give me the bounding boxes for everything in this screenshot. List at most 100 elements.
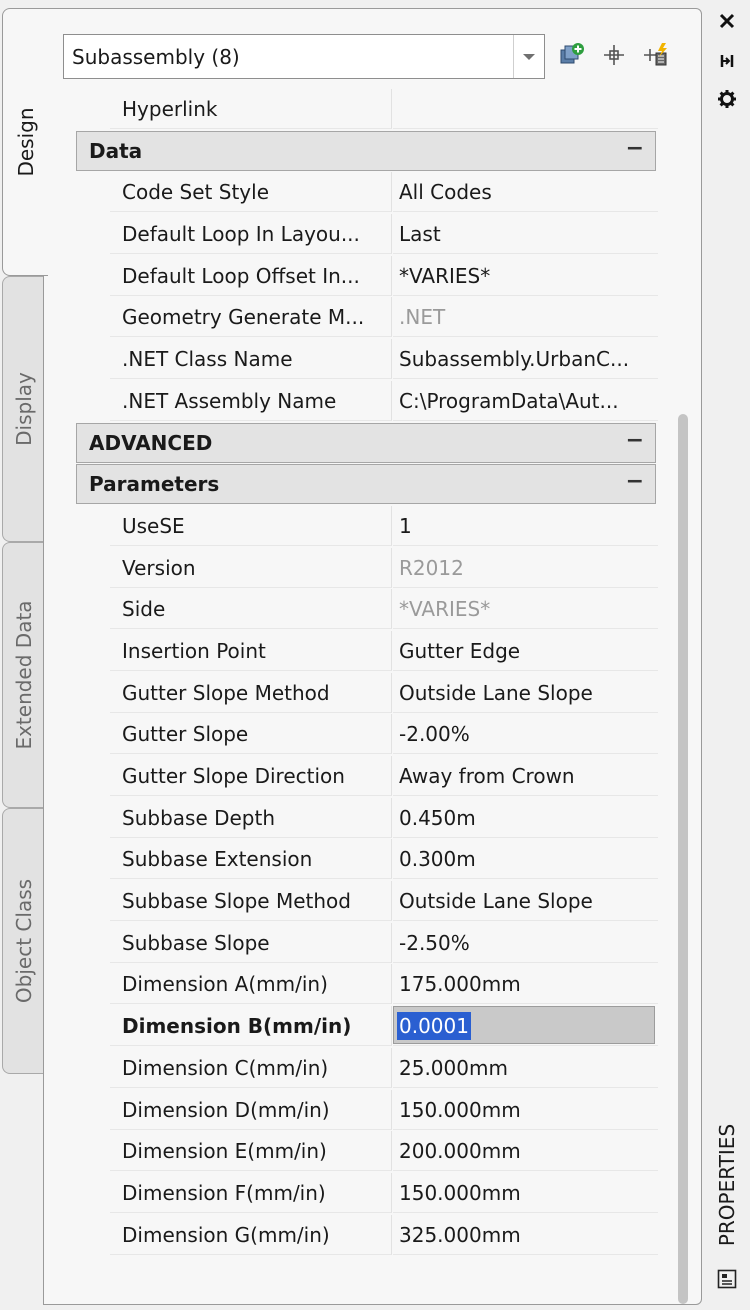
pick-point-icon[interactable] [598,39,630,71]
property-row-gutter-slope[interactable]: Gutter Slope -2.00% [74,714,658,756]
tab-object-class-label: Object Class [11,878,36,1004]
property-row-subbase-slope[interactable]: Subbase Slope -2.50% [74,922,658,965]
selected-text[interactable]: 0.0001 [397,1012,471,1041]
property-value[interactable]: 0.450m [393,798,658,838]
object-type-select[interactable]: Subassembly (8) [63,34,545,79]
property-value[interactable]: Last [393,214,658,255]
property-value[interactable]: -2.50% [393,923,658,963]
property-value[interactable]: *VARIES* [393,256,658,296]
close-icon[interactable] [716,10,738,32]
property-row-net-assembly-name[interactable]: .NET Assembly Name C:\ProgramData\Aut... [74,380,658,423]
property-label: Hyperlink [110,89,392,129]
property-label: Dimension C(mm/in) [110,1047,392,1088]
property-label: Subbase Slope [110,922,392,963]
property-label: Dimension A(mm/in) [110,964,392,1005]
property-row-subbase-slope-method[interactable]: Subbase Slope Method Outside Lane Slope [74,881,658,923]
property-row-dimension-f[interactable]: Dimension F(mm/in) 150.000mm [74,1172,658,1215]
property-value[interactable]: Gutter Edge [393,631,658,671]
tab-object-class[interactable]: Object Class [2,808,44,1074]
property-value[interactable]: 150.000mm [393,1090,658,1130]
properties-panel: Subassembly (8) Hyperlink Data − Code Se… [43,8,702,1305]
category-advanced[interactable]: ADVANCED − [74,422,658,465]
property-value[interactable]: All Codes [393,172,658,213]
property-grid: Hyperlink Data − Code Set Style All Code… [74,89,658,1256]
property-label: Code Set Style [110,172,392,213]
property-value[interactable]: Away from Crown [393,756,658,796]
properties-panel-icon[interactable] [716,1268,738,1290]
palette-title-strip [704,0,750,1310]
auto-hide-icon[interactable] [716,50,738,72]
property-row-gutter-slope-direction[interactable]: Gutter Slope Direction Away from Crown [74,756,658,798]
property-value[interactable]: 25.000mm [393,1048,658,1088]
chevron-down-icon[interactable] [513,35,544,78]
property-row-net-class-name[interactable]: .NET Class Name Subassembly.UrbanC... [74,339,658,381]
tab-extended-data[interactable]: Extended Data [2,542,44,808]
property-row-dimension-c[interactable]: Dimension C(mm/in) 25.000mm [74,1047,658,1090]
vertical-scrollbar[interactable] [678,414,688,1304]
property-label: Side [110,589,392,630]
property-label: Dimension B(mm/in) [110,1006,392,1047]
property-row-geometry-generate[interactable]: Geometry Generate M... .NET [74,297,658,339]
property-row-dimension-a[interactable]: Dimension A(mm/in) 175.000mm [74,964,658,1006]
property-value: .NET [393,297,658,338]
property-row-insertion-point[interactable]: Insertion Point Gutter Edge [74,630,658,673]
property-label: .NET Class Name [110,339,392,380]
property-value-editor[interactable]: 0.0001 [393,1006,658,1047]
collapse-icon[interactable]: − [626,131,644,167]
property-label: Default Loop In Layou... [110,214,392,255]
property-row-side[interactable]: Side *VARIES* [74,589,658,631]
property-value[interactable]: Subassembly.UrbanC... [393,339,658,380]
quick-select-icon[interactable] [640,39,672,71]
tab-design-label: Design [13,107,38,177]
property-row-subbase-extension[interactable]: Subbase Extension 0.300m [74,839,658,881]
collapse-icon[interactable]: − [626,464,644,500]
property-row-gutter-slope-method[interactable]: Gutter Slope Method Outside Lane Slope [74,672,658,715]
property-row-dimension-g[interactable]: Dimension G(mm/in) 325.000mm [74,1214,658,1257]
property-label: Subbase Extension [110,839,392,880]
property-value: *VARIES* [393,589,658,630]
property-label: Dimension F(mm/in) [110,1172,392,1213]
property-row-subbase-depth[interactable]: Subbase Depth 0.450m [74,797,658,840]
property-value[interactable] [393,89,658,129]
property-row-dimension-e[interactable]: Dimension E(mm/in) 200.000mm [74,1131,658,1173]
settings-icon[interactable] [716,88,738,110]
property-value[interactable]: Outside Lane Slope [393,881,658,922]
category-data-title: Data [76,130,656,171]
property-label: Dimension E(mm/in) [110,1131,392,1172]
property-label: Subbase Depth [110,797,392,838]
tab-extended-data-label: Extended Data [11,600,36,750]
add-object-icon[interactable] [556,39,588,71]
property-row-code-set-style[interactable]: Code Set Style All Codes [74,172,658,214]
property-row-default-loop-layout[interactable]: Default Loop In Layou... Last [74,214,658,256]
object-type-value: Subassembly (8) [72,45,240,69]
property-value[interactable]: Outside Lane Slope [393,673,658,713]
tab-display[interactable]: Display [2,276,44,542]
property-row-hyperlink[interactable]: Hyperlink [74,89,658,131]
property-label: Gutter Slope Method [110,672,392,713]
property-label: Gutter Slope Direction [110,756,392,796]
property-value[interactable]: 1 [393,506,658,546]
category-data[interactable]: Data − [74,130,658,173]
category-advanced-title: ADVANCED [76,422,656,463]
property-row-dimension-d[interactable]: Dimension D(mm/in) 150.000mm [74,1089,658,1132]
property-value[interactable]: 150.000mm [393,1173,658,1213]
category-parameters[interactable]: Parameters − [74,464,658,506]
property-value[interactable]: 175.000mm [393,964,658,1005]
property-label: .NET Assembly Name [110,380,392,421]
property-row-version[interactable]: Version R2012 [74,547,658,590]
tab-design[interactable]: Design [2,8,48,276]
property-value[interactable]: 200.000mm [393,1131,658,1172]
property-label: Version [110,547,392,588]
property-value[interactable]: 0.300m [393,839,658,880]
tab-display-label: Display [11,372,36,446]
property-label: Subbase Slope Method [110,881,392,922]
property-row-usese[interactable]: UseSE 1 [74,505,658,548]
property-label: Gutter Slope [110,714,392,755]
property-row-dimension-b[interactable]: Dimension B(mm/in) 0.0001 [74,1006,658,1048]
property-value[interactable]: 325.000mm [393,1215,658,1255]
property-row-default-loop-offset[interactable]: Default Loop Offset In... *VARIES* [74,255,658,298]
collapse-icon[interactable]: − [626,423,644,459]
property-label: UseSE [110,505,392,546]
property-value[interactable]: C:\ProgramData\Aut... [393,381,658,421]
property-value[interactable]: -2.00% [393,714,658,755]
